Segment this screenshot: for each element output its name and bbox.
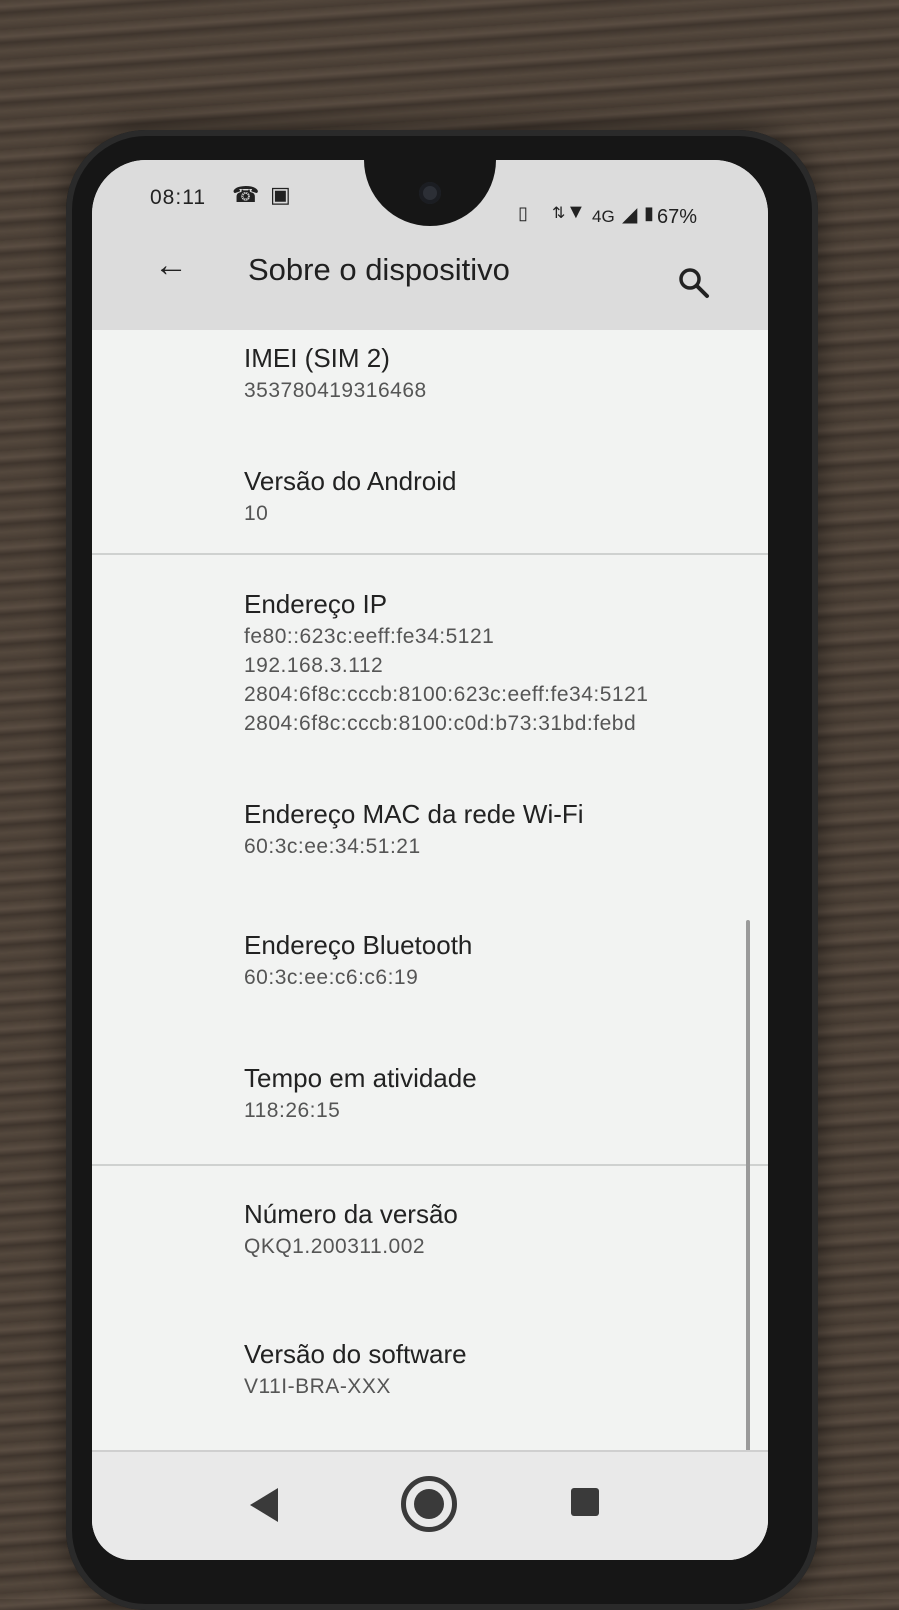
item-value: 118:26:15 (244, 1099, 341, 1122)
page-title: Sobre o dispositivo (248, 252, 510, 287)
item-value: 353780419316468 (244, 379, 427, 402)
network-type: 4G (592, 207, 615, 226)
front-camera (419, 182, 441, 204)
scrollbar[interactable] (746, 920, 750, 1460)
ip-value-4: 2804:6f8c:cccb:8100:c0d:b73:31bd:febd (244, 712, 637, 735)
item-title: Endereço MAC da rede Wi-Fi (244, 799, 584, 829)
status-time: 08:11 (150, 186, 206, 209)
ip-value-1: fe80::623c:eeff:fe34:5121 (244, 625, 495, 648)
battery-level: 67% (657, 206, 698, 228)
list-item-bluetooth-address[interactable]: Endereço Bluetooth 60:3c:ee:c6:c6:19 (244, 927, 472, 992)
item-title: Versão do software (244, 1339, 467, 1369)
item-title: Tempo em atividade (244, 1063, 477, 1093)
item-value: QKQ1.200311.002 (244, 1235, 426, 1258)
list-item-wifi-mac[interactable]: Endereço MAC da rede Wi-Fi 60:3c:ee:34:5… (244, 796, 584, 861)
search-icon[interactable] (677, 266, 711, 305)
divider (92, 1164, 768, 1166)
data-arrows-icon: ⇅ (552, 205, 566, 222)
ip-value-3: 2804:6f8c:cccb:8100:623c:eeff:fe34:5121 (244, 683, 649, 706)
nav-back-icon[interactable] (250, 1488, 278, 1522)
list-item-imei[interactable]: IMEI (SIM 2) 353780419316468 (244, 340, 427, 405)
list-item-android-version[interactable]: Versão do Android 10 (244, 463, 457, 528)
battery-icon: ▮ (644, 203, 654, 223)
item-value: 60:3c:ee:34:51:21 (244, 835, 421, 858)
vibrate-icon: ▯ (518, 203, 528, 223)
nav-home-dot (414, 1489, 444, 1519)
divider (92, 553, 768, 555)
list-item-uptime[interactable]: Tempo em atividade 118:26:15 (244, 1060, 477, 1125)
item-title: IMEI (SIM 2) (244, 343, 390, 373)
item-value: 10 (244, 502, 269, 525)
item-title: Versão do Android (244, 466, 457, 496)
ip-value-2: 192.168.3.112 (244, 654, 384, 677)
item-value: V11I-BRA-XXX (244, 1375, 391, 1398)
call-icon: ☎ (232, 182, 260, 207)
signal-icon: ◢ (622, 204, 638, 226)
phone-screen: 08:11 ☎ ▣ ▯ ⇅ ▼ 4G ◢ ▮ 67% ← Sobre o dis… (92, 160, 768, 1560)
back-arrow-icon[interactable]: ← (154, 246, 188, 285)
list-item-software-version[interactable]: Versão do software V11I-BRA-XXX (244, 1336, 467, 1401)
wifi-icon: ▼ (566, 201, 586, 223)
list-item-build-number[interactable]: Número da versão QKQ1.200311.002 (244, 1196, 458, 1261)
item-value: 60:3c:ee:c6:c6:19 (244, 966, 419, 989)
item-title: Endereço Bluetooth (244, 930, 473, 960)
notification-icon: ▣ (270, 182, 291, 207)
app-bar: ← Sobre o dispositivo (92, 230, 768, 330)
item-title: Número da versão (244, 1199, 458, 1229)
nav-recents-icon[interactable] (571, 1488, 599, 1516)
navigation-bar (92, 1450, 768, 1560)
list-item-ip-address[interactable]: Endereço IP fe80::623c:eeff:fe34:5121 19… (244, 586, 648, 738)
item-title: Endereço IP (244, 589, 388, 619)
